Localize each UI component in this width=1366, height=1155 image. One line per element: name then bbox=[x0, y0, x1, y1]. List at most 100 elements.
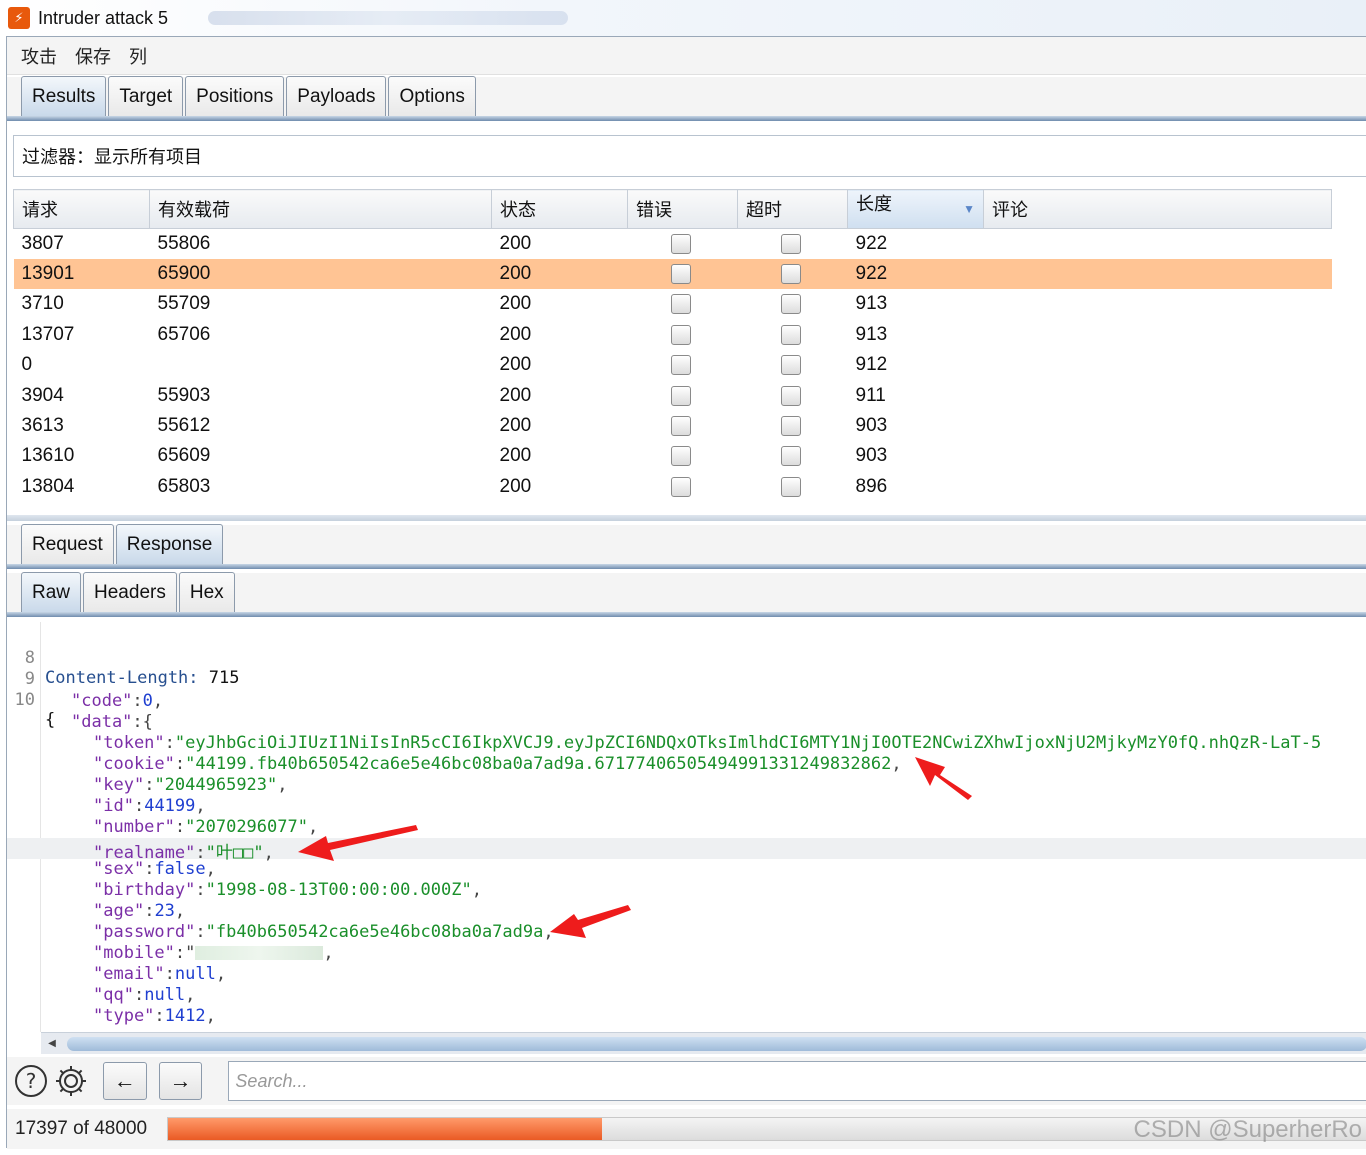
results-table: 请求 有效载荷 状态 错误 超时 长度 ▼ 评论 3807 55806 200 922 1… bbox=[13, 189, 1332, 502]
cell-status: 200 bbox=[491, 258, 628, 290]
timeout-checkbox[interactable] bbox=[780, 294, 801, 315]
cell-comment bbox=[984, 320, 1332, 350]
cell-payload: 65803 bbox=[157, 475, 211, 497]
cell-timeout bbox=[738, 350, 848, 380]
timeout-checkbox[interactable] bbox=[780, 476, 801, 497]
column-header-error[interactable]: 错误 bbox=[627, 189, 738, 229]
next-match-button[interactable]: → bbox=[158, 1062, 203, 1100]
error-checkbox[interactable] bbox=[670, 233, 691, 254]
column-header-length[interactable]: 长度 ▼ bbox=[847, 189, 984, 229]
cell-timeout bbox=[738, 472, 848, 502]
blurred-title-area bbox=[208, 11, 569, 25]
detail-tab-strip: Request Response bbox=[7, 524, 1366, 569]
tab-headers[interactable]: Headers bbox=[83, 572, 177, 612]
table-row[interactable]: 3613 55612 200 903 bbox=[14, 411, 1332, 441]
menu-columns[interactable]: 列 bbox=[129, 43, 147, 69]
editor-line: 10 { bbox=[7, 670, 1366, 730]
json-id-line: "id":44199, bbox=[93, 796, 206, 816]
tab-request[interactable]: Request bbox=[21, 524, 114, 564]
table-row[interactable]: 3807 55806 200 922 bbox=[14, 229, 1332, 259]
splitter-handle[interactable] bbox=[7, 515, 1366, 521]
tab-response[interactable]: Response bbox=[115, 524, 224, 564]
tab-options[interactable]: Options bbox=[388, 76, 476, 116]
json-key-line: "key":"2044965923", bbox=[93, 775, 288, 795]
search-placeholder: Search... bbox=[235, 1070, 308, 1091]
column-header-payload[interactable]: 有效载荷 bbox=[149, 189, 492, 229]
cell-status: 200 bbox=[499, 475, 532, 497]
json-age-value: 23 bbox=[154, 901, 175, 921]
cell-request: 3904 bbox=[21, 384, 64, 406]
timeout-checkbox[interactable] bbox=[780, 385, 801, 406]
timeout-checkbox[interactable] bbox=[780, 446, 801, 467]
column-header-comment[interactable]: 评论 bbox=[983, 189, 1332, 229]
watermark: CSDN @SuperherRo bbox=[1133, 1116, 1362, 1143]
column-header-timeout[interactable]: 超时 bbox=[737, 189, 848, 229]
tab-raw[interactable]: Raw bbox=[21, 572, 82, 612]
error-checkbox[interactable] bbox=[670, 264, 691, 285]
cell-timeout bbox=[738, 320, 848, 350]
arrow-left-icon: ← bbox=[113, 1068, 136, 1093]
cell-length: 912 bbox=[855, 354, 888, 376]
cell-error bbox=[628, 350, 738, 380]
table-row[interactable]: 3904 55903 200 911 bbox=[14, 380, 1332, 410]
timeout-checkbox[interactable] bbox=[780, 324, 801, 345]
table-row[interactable]: 13610 65609 200 903 bbox=[14, 441, 1332, 471]
intruder-window: 攻击 保存 列 Results Target Positions Payload… bbox=[6, 36, 1366, 1149]
cell-status: 200 bbox=[499, 323, 532, 345]
scroll-left-icon[interactable]: ◀ bbox=[41, 1033, 63, 1055]
json-cookie-value: "44199.fb40b650542ca6e5e46bc08ba0a7ad9a.… bbox=[185, 754, 892, 774]
table-row[interactable]: 0 200 912 bbox=[14, 350, 1332, 380]
tab-target[interactable]: Target bbox=[108, 76, 184, 116]
json-qq-value: null bbox=[144, 985, 186, 1005]
column-header-request[interactable]: 请求 bbox=[13, 189, 150, 229]
response-editor[interactable]: 8 Content-Length: 715 9 10 { "code":0, "… bbox=[7, 622, 1366, 1032]
error-checkbox[interactable] bbox=[670, 294, 691, 315]
error-checkbox[interactable] bbox=[670, 355, 691, 376]
horizontal-scrollbar[interactable]: ◀ bbox=[41, 1032, 1366, 1054]
table-row[interactable]: 13804 65803 200 896 bbox=[14, 472, 1332, 502]
cell-error bbox=[628, 380, 738, 410]
json-number-line: "number":"2070296077", bbox=[93, 817, 319, 837]
menu-save[interactable]: 保存 bbox=[75, 43, 111, 69]
tab-payloads[interactable]: Payloads bbox=[286, 76, 387, 116]
timeout-checkbox[interactable] bbox=[780, 233, 801, 254]
filter-value: 显示所有项目 bbox=[94, 147, 202, 167]
cell-status: 200 bbox=[499, 384, 532, 406]
tab-hex[interactable]: Hex bbox=[178, 572, 235, 612]
gear-icon[interactable] bbox=[53, 1063, 89, 1099]
table-row[interactable]: 13707 65706 200 913 bbox=[14, 320, 1332, 350]
timeout-checkbox[interactable] bbox=[780, 264, 801, 285]
cell-request: 3710 bbox=[21, 293, 64, 315]
timeout-checkbox[interactable] bbox=[780, 416, 801, 437]
editor-line: 8 Content-Length: 715 bbox=[7, 628, 1366, 688]
json-birthday-value: "1998-08-13T00:00:00.000Z" bbox=[205, 880, 472, 900]
error-checkbox[interactable] bbox=[670, 476, 691, 497]
main-tab-strip: Results Target Positions Payloads Option… bbox=[7, 76, 1366, 121]
cell-request: 3613 bbox=[21, 415, 64, 437]
error-checkbox[interactable] bbox=[670, 416, 691, 437]
filter-label: 过滤器： bbox=[22, 147, 94, 167]
json-email-value: null bbox=[174, 964, 216, 984]
search-input[interactable]: Search... bbox=[228, 1061, 1366, 1101]
error-checkbox[interactable] bbox=[670, 324, 691, 345]
menu-attack[interactable]: 攻击 bbox=[21, 43, 57, 69]
filter-bar[interactable]: 过滤器： 显示所有项目 bbox=[13, 135, 1366, 177]
cell-payload: 55806 bbox=[157, 232, 211, 254]
cell-length: 903 bbox=[855, 415, 888, 437]
table-row[interactable]: 3710 55709 200 913 bbox=[14, 289, 1332, 319]
error-checkbox[interactable] bbox=[670, 446, 691, 467]
column-header-status[interactable]: 状态 bbox=[491, 189, 628, 229]
tab-results[interactable]: Results bbox=[21, 76, 107, 116]
tab-positions[interactable]: Positions bbox=[185, 76, 285, 116]
window-title-bar: ⚡ Intruder attack 5 bbox=[0, 0, 1366, 36]
cell-comment bbox=[984, 289, 1332, 319]
error-checkbox[interactable] bbox=[670, 385, 691, 406]
editor-line: 9 bbox=[7, 649, 1366, 689]
scrollbar-thumb[interactable] bbox=[67, 1037, 1366, 1051]
previous-match-button[interactable]: ← bbox=[102, 1062, 147, 1100]
json-realname-line: "realname":"叶□□", bbox=[7, 838, 1366, 863]
json-data-line: "data":{ bbox=[71, 712, 153, 732]
timeout-checkbox[interactable] bbox=[780, 355, 801, 376]
help-icon[interactable]: ? bbox=[13, 1063, 49, 1099]
table-row[interactable]: 13901 65900 200 922 bbox=[13, 258, 1332, 290]
